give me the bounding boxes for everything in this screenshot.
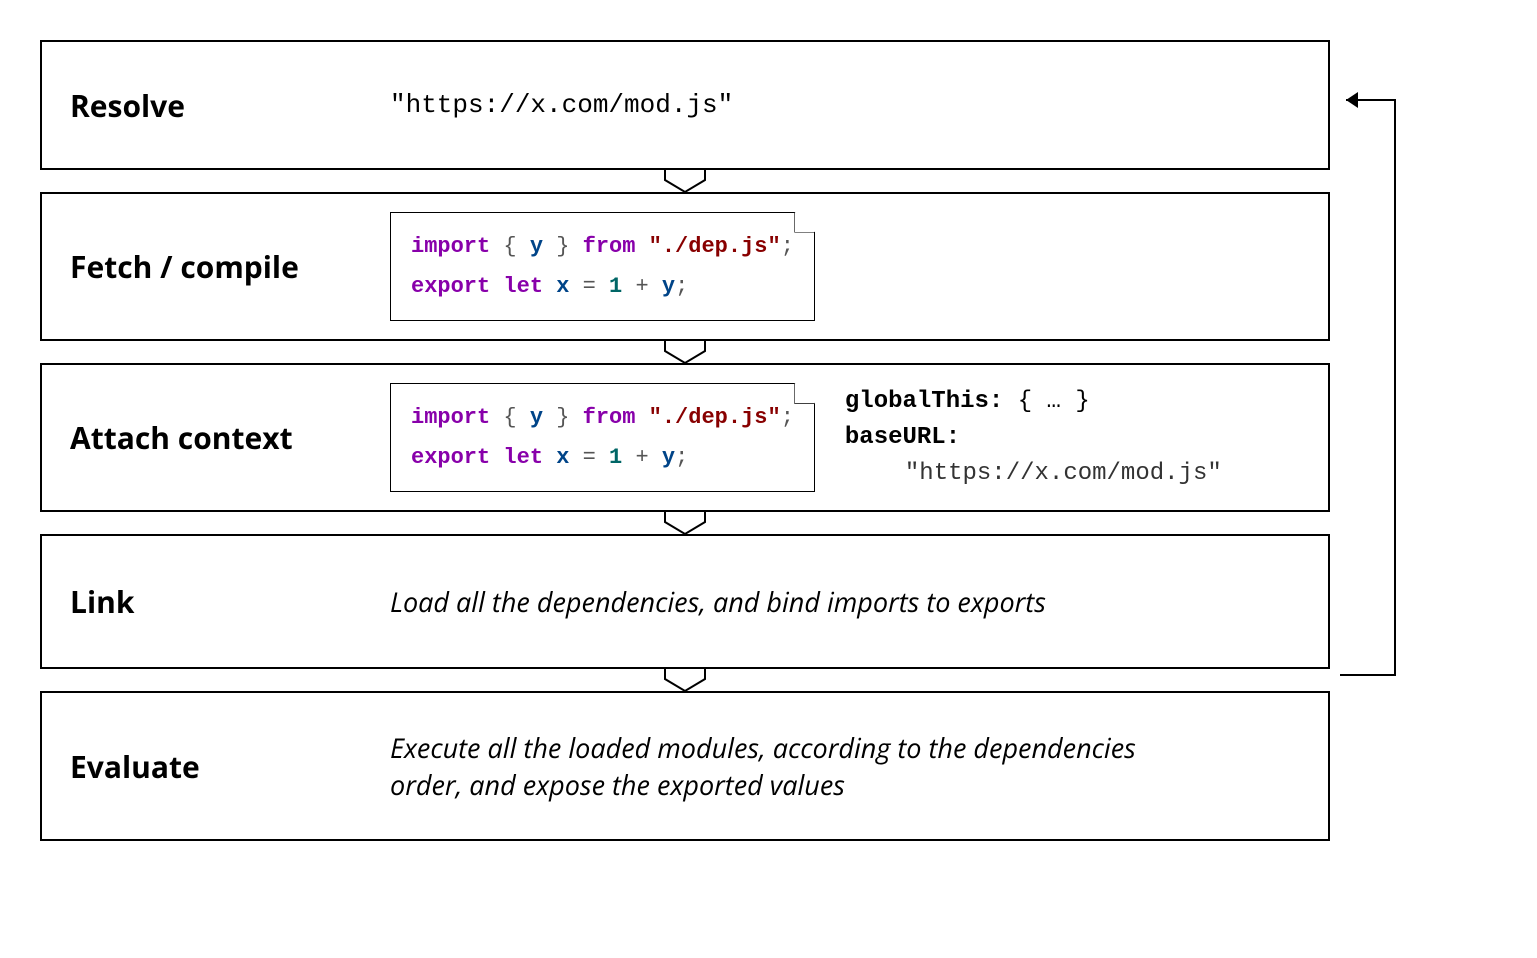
link-description: Load all the dependencies, and bind impo… [390, 583, 1046, 620]
stage-title-fetch: Fetch / compile [70, 246, 360, 287]
connector-1 [40, 170, 1330, 192]
module-lifecycle-diagram: Resolve "https://x.com/mod.js" Fetch / c… [40, 40, 1420, 841]
code-snippet-attach: import { y } from "./dep.js"; export let… [390, 383, 815, 492]
code-snippet-fetch: import { y } from "./dep.js"; export let… [390, 212, 815, 321]
stage-title-link: Link [70, 581, 360, 622]
stage-link: Link Load all the dependencies, and bind… [40, 534, 1330, 669]
connector-2 [40, 341, 1330, 363]
connector-4 [40, 669, 1330, 691]
stage-title-attach: Attach context [70, 417, 360, 458]
stage-attach-context: Attach context import { y } from "./dep.… [40, 363, 1330, 512]
stage-resolve: Resolve "https://x.com/mod.js" [40, 40, 1330, 170]
attach-context-info: globalThis: { … } baseURL: "https://x.co… [845, 384, 1222, 492]
loop-back-arrow-icon [1340, 40, 1420, 740]
stage-title-evaluate: Evaluate [70, 746, 360, 787]
evaluate-description: Execute all the loaded modules, accordin… [390, 729, 1210, 803]
resolve-url: "https://x.com/mod.js" [390, 90, 733, 120]
stage-fetch-compile: Fetch / compile import { y } from "./dep… [40, 192, 1330, 341]
stage-title-resolve: Resolve [70, 85, 360, 126]
connector-3 [40, 512, 1330, 534]
stage-evaluate: Evaluate Execute all the loaded modules,… [40, 691, 1330, 841]
